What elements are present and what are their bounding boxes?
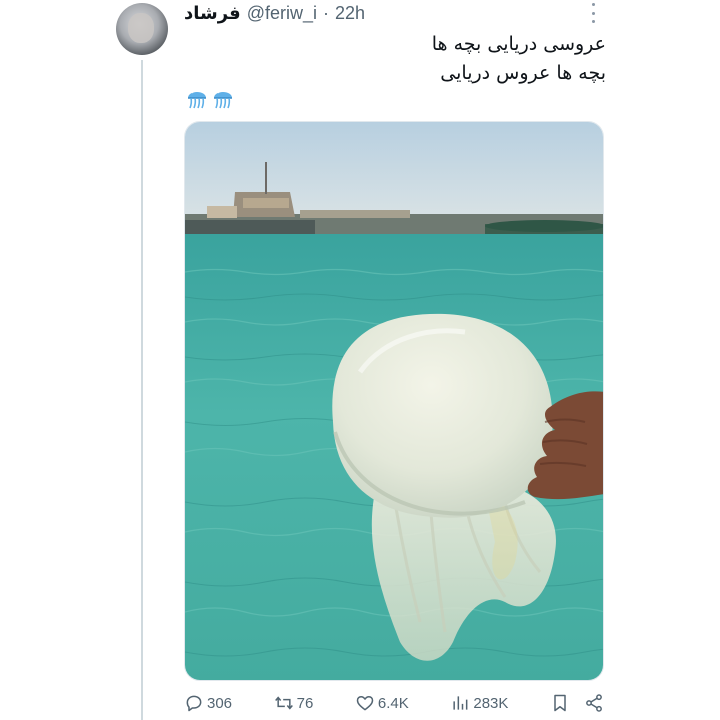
tweet-text-line-1: عروسی دریایی بچه ها (431, 33, 606, 55)
thread-line (141, 60, 143, 720)
timestamp[interactable]: 22h (335, 3, 365, 24)
reply-icon (186, 695, 202, 712)
tweet-text-line-2: بچه ها عروس دریایی (440, 62, 606, 84)
like-button[interactable]: 6.4K (355, 693, 409, 713)
avatar[interactable] (116, 3, 168, 55)
like-count: 6.4K (377, 694, 409, 712)
retweet-button[interactable]: 76 (274, 693, 314, 713)
separator-dot: · (322, 2, 329, 23)
views-icon (453, 696, 468, 710)
emoji-row (186, 86, 234, 110)
author-name[interactable]: فرشاد (184, 3, 241, 24)
reply-count: 306 (207, 694, 233, 712)
retweet-icon (274, 696, 293, 710)
jellyfish-icon (188, 90, 206, 109)
share-icon[interactable] (584, 693, 604, 713)
bookmark-icon[interactable] (550, 693, 570, 713)
action-bar: 306 76 6.4K 283K (184, 690, 604, 716)
more-options-icon[interactable] (586, 3, 600, 23)
reply-button[interactable]: 306 (184, 693, 232, 713)
jellyfish-photo (185, 122, 603, 680)
author-handle[interactable]: @feriw_i (247, 3, 317, 24)
tweet-text: عروسی دریایی بچه ها بچه ها عروس دریایی (184, 30, 606, 88)
jellyfish-icon (214, 90, 232, 109)
tweet-photo[interactable] (184, 121, 604, 681)
heart-icon (356, 696, 374, 711)
retweet-count: 76 (296, 694, 314, 712)
view-count: 283K (473, 694, 509, 712)
tweet-header: فرشاد @feriw_i · 22h (184, 0, 365, 26)
views-button[interactable]: 283K (450, 693, 508, 713)
